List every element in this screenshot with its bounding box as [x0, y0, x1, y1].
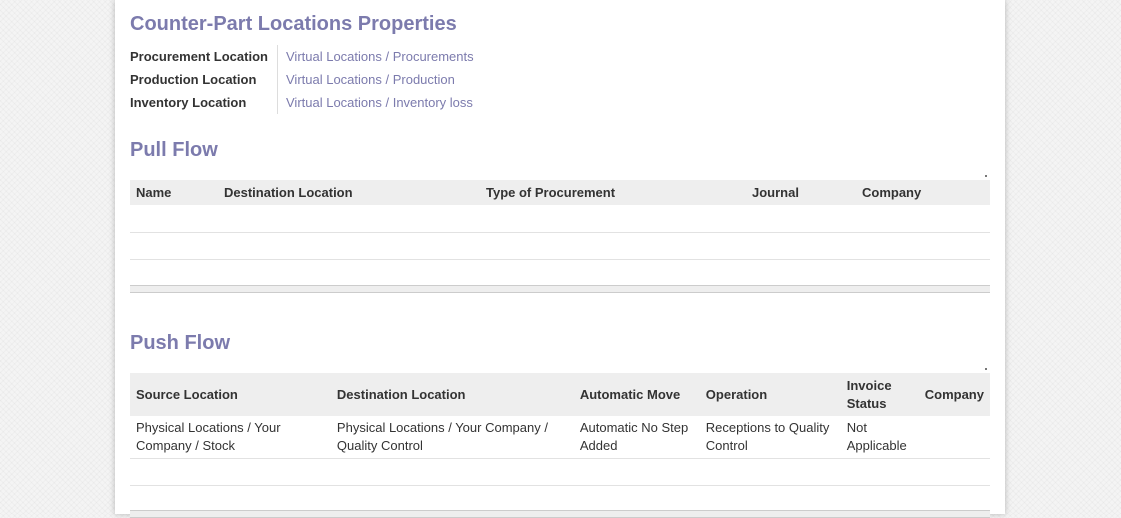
pull-col-destination-location[interactable]: Destination Location: [218, 180, 480, 205]
push-flow-header-row: Source Location Destination Location Aut…: [130, 373, 990, 416]
push-cell-company: [918, 416, 990, 459]
table-row: [130, 232, 990, 260]
pull-flow-header-row: Name Destination Location Type of Procur…: [130, 180, 990, 205]
production-location-label: Production Location: [130, 68, 278, 91]
push-flow-resize-handle: [985, 368, 987, 370]
form-sheet: Counter-Part Locations Properties Procur…: [115, 0, 1005, 518]
pull-flow-resize-handle: [985, 175, 987, 177]
pull-flow-table-footer: [130, 285, 990, 293]
table-row: [130, 458, 990, 486]
table-row: [130, 259, 990, 287]
pull-col-company[interactable]: Company: [856, 180, 990, 205]
push-cell-automatic-move: Automatic No Step Added: [573, 416, 700, 459]
push-flow-title: Push Flow: [130, 332, 230, 354]
push-col-source-location[interactable]: Source Location: [130, 373, 331, 416]
pull-flow-title: Pull Flow: [130, 139, 218, 161]
pull-col-name[interactable]: Name: [130, 180, 218, 205]
push-col-automatic-move[interactable]: Automatic Move: [573, 373, 700, 416]
procurement-location-link[interactable]: Virtual Locations / Procurements: [278, 45, 474, 68]
procurement-location-row: Procurement Location Virtual Locations /…: [130, 45, 474, 68]
push-flow-table: Source Location Destination Location Aut…: [130, 373, 990, 486]
pull-flow-table: Name Destination Location Type of Procur…: [130, 180, 990, 287]
inventory-location-row: Inventory Location Virtual Locations / I…: [130, 91, 474, 114]
push-cell-source-location: Physical Locations / Your Company / Stoc…: [130, 416, 331, 459]
push-cell-invoice-status: Not Applicable: [840, 416, 919, 459]
push-flow-table-footer: [130, 510, 990, 518]
push-col-operation[interactable]: Operation: [699, 373, 841, 416]
table-row[interactable]: Physical Locations / Your Company / Stoc…: [130, 416, 990, 459]
production-location-link[interactable]: Virtual Locations / Production: [278, 68, 455, 91]
push-cell-operation: Receptions to Quality Control: [699, 416, 841, 459]
pull-col-journal[interactable]: Journal: [746, 180, 856, 205]
push-col-company[interactable]: Company: [918, 373, 990, 416]
inventory-location-label: Inventory Location: [130, 91, 278, 114]
counterpart-section-title: Counter-Part Locations Properties: [130, 13, 457, 35]
table-row: [130, 205, 990, 233]
push-col-invoice-status[interactable]: Invoice Status: [840, 373, 919, 416]
push-cell-destination-location: Physical Locations / Your Company / Qual…: [330, 416, 574, 459]
pull-col-type-of-procurement[interactable]: Type of Procurement: [480, 180, 746, 205]
counterpart-properties: Procurement Location Virtual Locations /…: [130, 45, 474, 114]
push-col-destination-location[interactable]: Destination Location: [330, 373, 574, 416]
inventory-location-link[interactable]: Virtual Locations / Inventory loss: [278, 91, 473, 114]
production-location-row: Production Location Virtual Locations / …: [130, 68, 474, 91]
procurement-location-label: Procurement Location: [130, 45, 278, 68]
